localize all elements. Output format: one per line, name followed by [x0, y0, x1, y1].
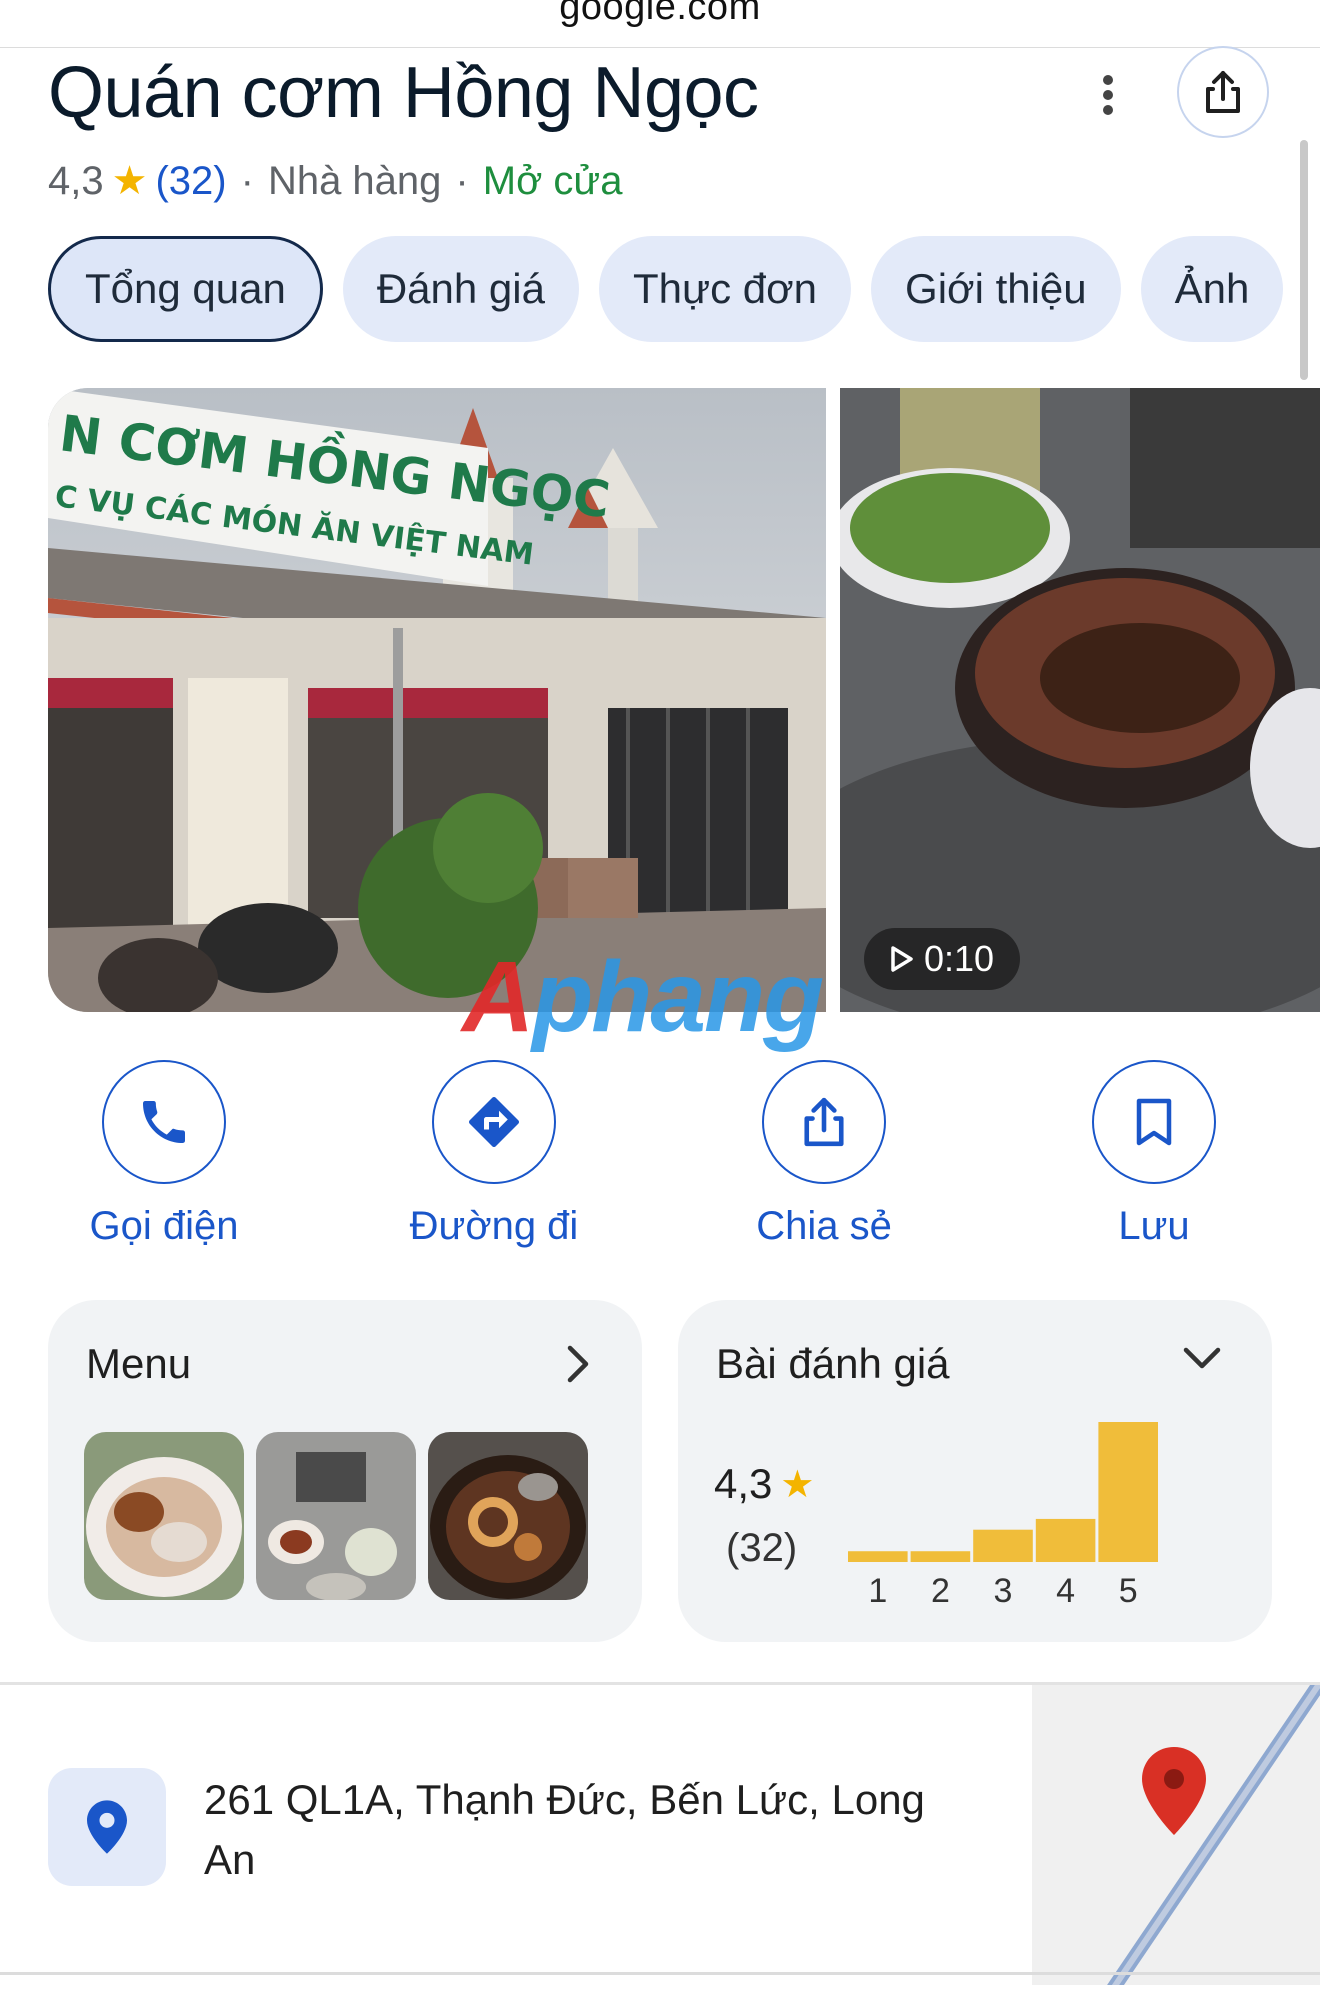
- histogram-bar: [848, 1551, 908, 1562]
- watermark: Aphang: [462, 941, 824, 1053]
- address-text[interactable]: 261 QL1A, Thạnh Đức, Bến Lức, Long An: [204, 1770, 964, 1890]
- open-status: Mở cửa: [482, 158, 623, 203]
- action-row: Gọi điện Đường đi Chia sẻ Lưu: [0, 1060, 1320, 1260]
- menu-photo[interactable]: [428, 1432, 588, 1600]
- histogram-bar: [1035, 1518, 1096, 1562]
- more-options-button[interactable]: [1085, 72, 1131, 118]
- chevron-down-icon: [1183, 1347, 1221, 1369]
- rating-value: 4,3: [48, 158, 104, 203]
- save-circle[interactable]: [1092, 1060, 1216, 1184]
- histogram-bar: [973, 1529, 1033, 1562]
- video-badge[interactable]: 0:10: [864, 928, 1021, 990]
- address-icon-box: [48, 1768, 166, 1886]
- share-button-top[interactable]: [1177, 46, 1269, 138]
- share-circle[interactable]: [762, 1060, 886, 1184]
- tab-menu[interactable]: Thực đơn: [598, 236, 852, 342]
- tab-photos[interactable]: Ảnh: [1140, 236, 1284, 342]
- menu-photo[interactable]: [256, 1432, 416, 1600]
- call-label: Gọi điện: [89, 1204, 239, 1248]
- watermark-text: phang: [532, 941, 824, 1053]
- chevron-right-icon: [567, 1345, 589, 1383]
- phone-icon: [143, 1101, 185, 1143]
- scrollbar[interactable]: [1300, 140, 1308, 380]
- place-title: Quán cơm Hồng Ngọc: [48, 53, 759, 133]
- url-text: google.com: [559, 0, 761, 28]
- rating-histogram: 1 2 3 4 5: [848, 1422, 1158, 1610]
- histogram-tick-label: 5: [1119, 1572, 1138, 1610]
- directions-button[interactable]: Đường đi: [384, 1060, 604, 1249]
- menu-card[interactable]: Menu: [48, 1300, 642, 1642]
- tab-about[interactable]: Giới thiệu: [871, 236, 1121, 342]
- histogram-bar: [910, 1551, 971, 1562]
- video-duration: 0:10: [924, 938, 995, 979]
- tab-bar: Tổng quan Đánh giá Thực đơn Giới thiệu Ả…: [48, 236, 1284, 342]
- bookmark-icon: [1136, 1098, 1172, 1146]
- histogram-tick-label: 2: [931, 1572, 950, 1610]
- call-circle[interactable]: [102, 1060, 226, 1184]
- directions-icon: [469, 1097, 519, 1147]
- tab-overview[interactable]: Tổng quan: [48, 236, 323, 342]
- reviews-card-title: Bài đánh giá: [716, 1340, 950, 1387]
- histogram-bar: [1098, 1422, 1158, 1562]
- menu-card-title: Menu: [86, 1340, 192, 1387]
- share-button[interactable]: Chia sẻ: [714, 1060, 934, 1249]
- reviews-card[interactable]: Bài đánh giá 4,3 ★ (32) 1 2 3 4 5: [678, 1300, 1272, 1642]
- histogram-tick-label: 4: [1056, 1572, 1075, 1610]
- play-icon: [891, 946, 913, 972]
- menu-photo[interactable]: [84, 1432, 244, 1600]
- more-vert-icon: [1103, 75, 1113, 115]
- reviews-rating: 4,3 ★: [714, 1460, 814, 1508]
- bottom-divider: [0, 1972, 1320, 1975]
- directions-circle[interactable]: [432, 1060, 556, 1184]
- histogram-tick-label: 3: [994, 1572, 1013, 1610]
- place-meta: 4,3 ★ (32) · Nhà hàng · Mở cửa: [48, 158, 622, 204]
- directions-label: Đường đi: [409, 1204, 579, 1248]
- star-icon: ★: [111, 159, 148, 203]
- location-pin-icon: [87, 1800, 127, 1854]
- browser-url-bar[interactable]: google.com: [0, 0, 1320, 48]
- call-button[interactable]: Gọi điện: [54, 1060, 274, 1249]
- food-video-thumbnail[interactable]: [840, 388, 1320, 1012]
- star-icon: ★: [780, 1463, 815, 1506]
- save-label: Lưu: [1118, 1204, 1190, 1248]
- histogram-tick-label: 1: [868, 1572, 887, 1610]
- review-count-link[interactable]: (32): [155, 159, 226, 204]
- tab-reviews[interactable]: Đánh giá: [342, 236, 579, 342]
- separator: ·: [240, 158, 254, 203]
- separator: ·: [455, 158, 469, 203]
- reviews-rating-value: 4,3: [714, 1460, 773, 1507]
- map-thumbnail[interactable]: [1032, 1685, 1320, 1985]
- share-icon: [1206, 71, 1240, 113]
- share-icon: [804, 1097, 844, 1147]
- reviews-count: (32): [726, 1526, 798, 1570]
- storefront-photo[interactable]: N CƠM HỒNG NGỌC C VỤ CÁC MÓN ĂN VIỆT NAM: [48, 388, 826, 1012]
- share-label: Chia sẻ: [756, 1204, 892, 1248]
- save-button[interactable]: Lưu: [1044, 1060, 1264, 1249]
- place-category: Nhà hàng: [267, 158, 442, 203]
